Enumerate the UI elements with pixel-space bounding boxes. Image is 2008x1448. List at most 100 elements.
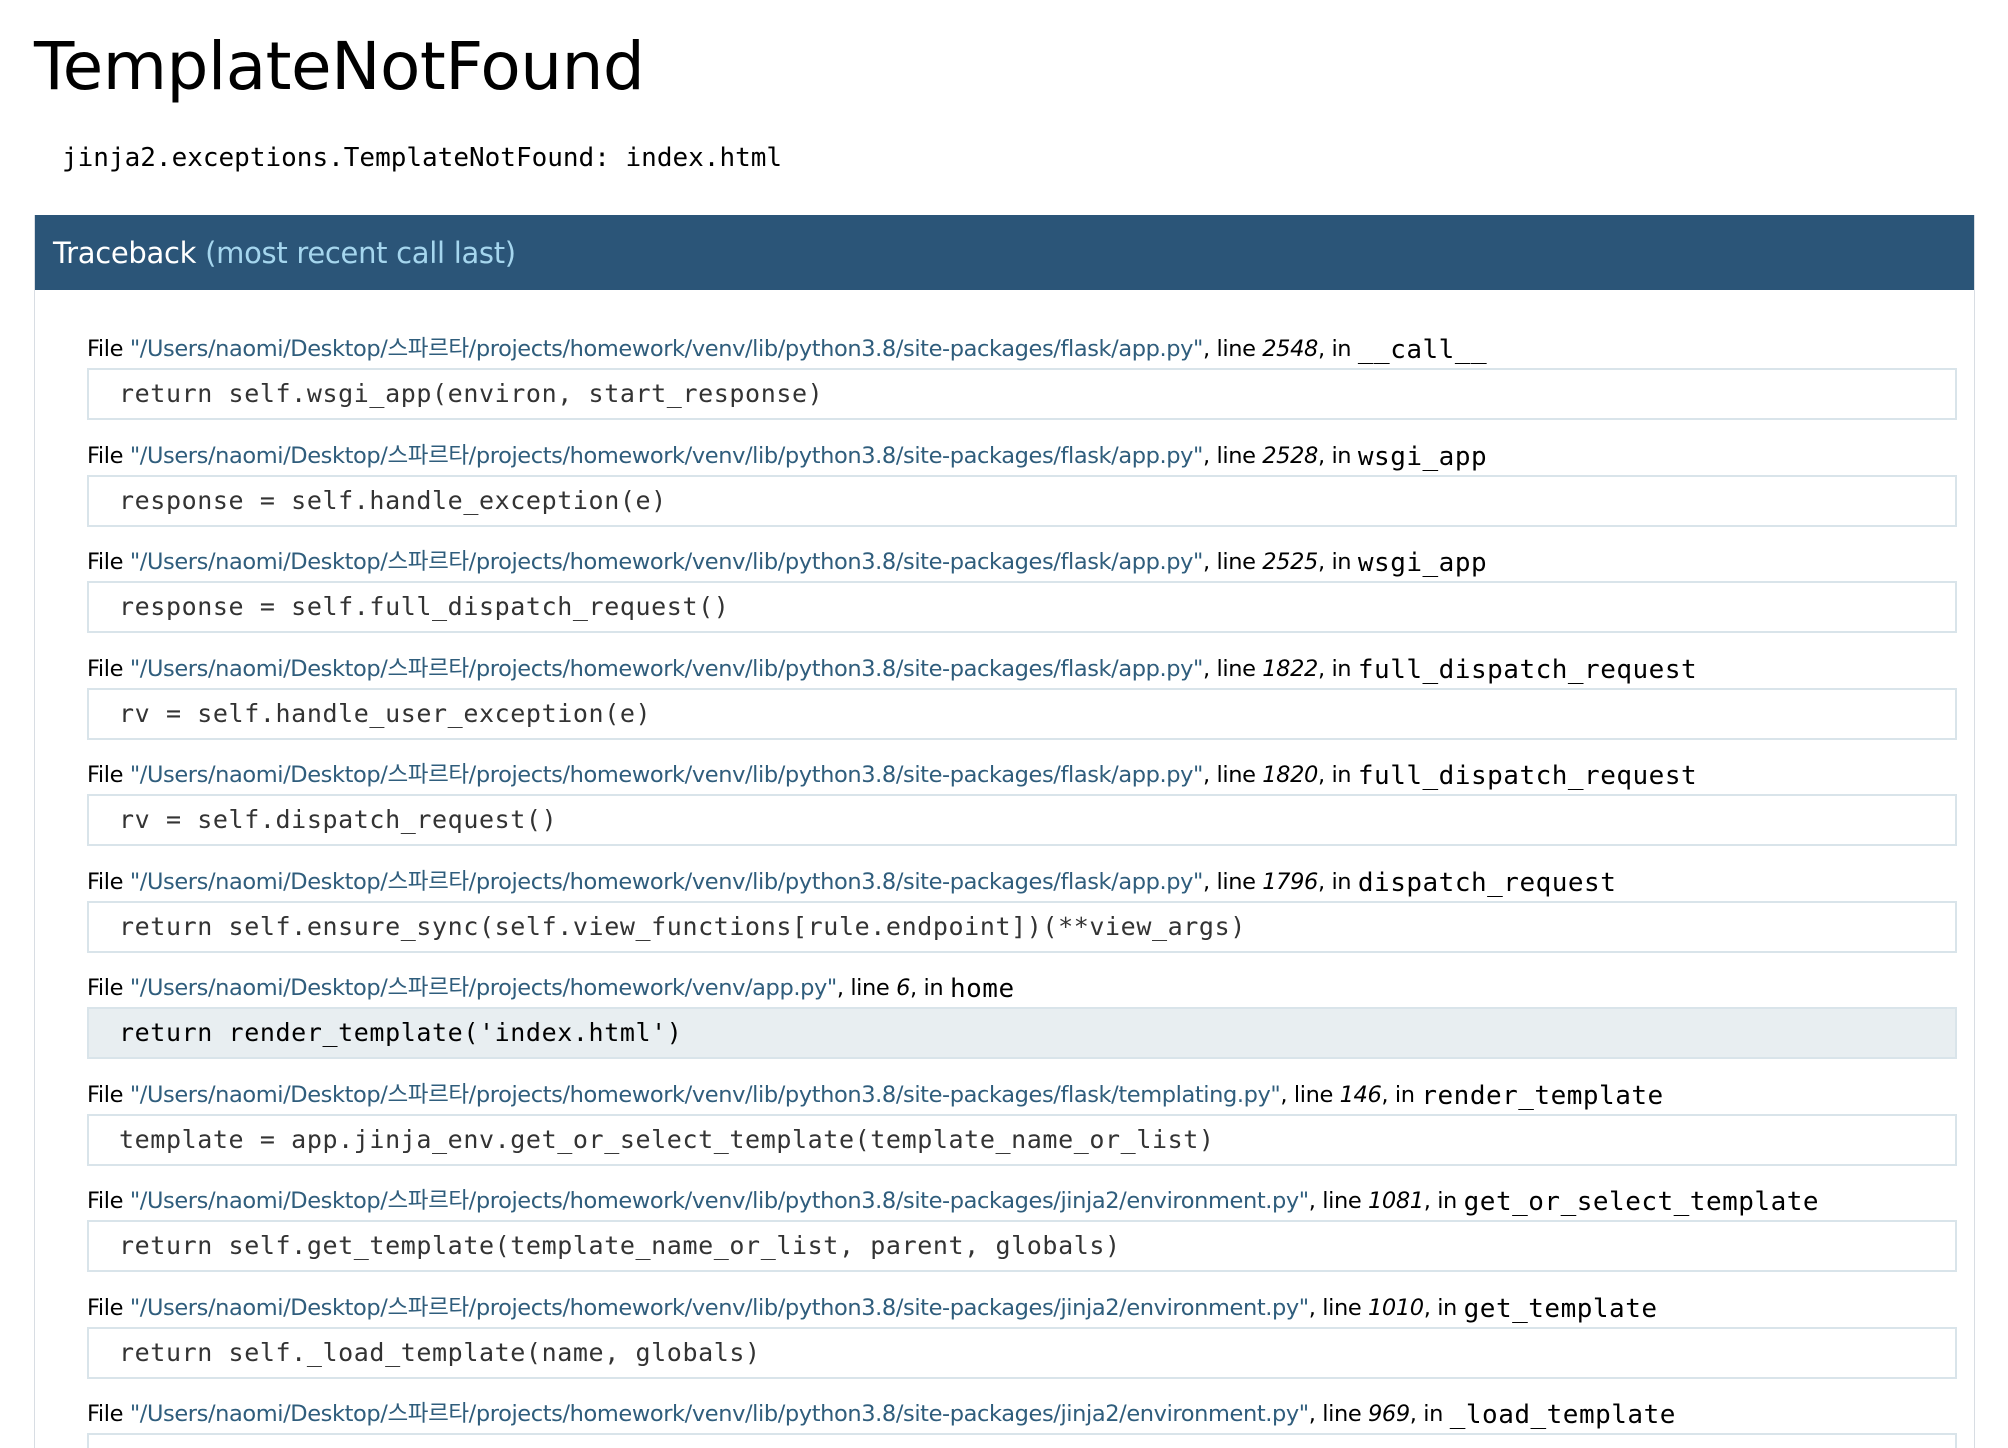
- frame-filename-link[interactable]: "/Users/naomi/Desktop/스파르타/projects/home…: [130, 1082, 1281, 1108]
- frame-code-current[interactable]: return render_template('index.html'): [87, 1007, 1957, 1059]
- frame-function-name: wsgi_app: [1357, 441, 1488, 472]
- traceback-frame: File "/Users/naomi/Desktop/스파르타/projects…: [87, 1180, 1957, 1287]
- frame-filename-link[interactable]: "/Users/naomi/Desktop/스파르타/projects/home…: [130, 869, 1204, 895]
- frame-location: File "/Users/naomi/Desktop/스파르타/projects…: [87, 328, 1957, 368]
- traceback-frame: File "/Users/naomi/Desktop/스파르타/projects…: [87, 1287, 1957, 1394]
- frame-function-name: full_dispatch_request: [1357, 654, 1698, 685]
- frame-function-name: render_template: [1421, 1080, 1664, 1111]
- frame-line-number: 969: [1368, 1401, 1410, 1427]
- frame-function-name: home: [949, 974, 1015, 1004]
- frame-filename-link[interactable]: "/Users/naomi/Desktop/스파르타/projects/home…: [130, 1295, 1309, 1321]
- frame-filename-link[interactable]: "/Users/naomi/Desktop/스파르타/projects/home…: [130, 336, 1204, 362]
- file-prefix: File: [87, 549, 130, 575]
- traceback-frame: File "/Users/naomi/Desktop/스파르타/projects…: [87, 328, 1957, 435]
- frame-location: File "/Users/naomi/Desktop/스파르타/projects…: [87, 541, 1957, 581]
- line-label: , line: [1203, 336, 1263, 362]
- frame-code[interactable]: response = self.handle_exception(e): [87, 474, 1957, 527]
- frame-code[interactable]: [87, 1433, 1957, 1448]
- frame-function-name: get_template: [1463, 1293, 1658, 1324]
- frame-location: File "/Users/naomi/Desktop/스파르타/projects…: [87, 1287, 1957, 1327]
- page-title: TemplateNotFound: [34, 28, 645, 105]
- frame-filename-link[interactable]: "/Users/naomi/Desktop/스파르타/projects/home…: [130, 443, 1204, 469]
- traceback-header: Traceback (most recent call last): [35, 215, 1974, 290]
- frame-location: File "/Users/naomi/Desktop/스파르타/projects…: [87, 967, 1957, 1007]
- frame-code[interactable]: rv = self.dispatch_request(): [87, 794, 1957, 846]
- in-label: , in: [1317, 336, 1358, 362]
- frame-code[interactable]: return self._load_template(name, globals…: [87, 1326, 1957, 1379]
- frame-code[interactable]: return self.get_template(template_name_o…: [87, 1220, 1957, 1272]
- file-prefix: File: [87, 1294, 130, 1321]
- file-prefix: File: [87, 762, 130, 788]
- line-label: , line: [1308, 1188, 1369, 1214]
- line-label: , line: [1203, 868, 1263, 895]
- frame-filename-link[interactable]: "/Users/naomi/Desktop/스파르타/projects/home…: [130, 549, 1204, 575]
- file-prefix: File: [87, 868, 130, 895]
- frame-line-number: 2525: [1262, 549, 1318, 575]
- error-page: TemplateNotFound jinja2.exceptions.Templ…: [0, 0, 2008, 1448]
- frame-filename-link[interactable]: "/Users/naomi/Desktop/스파르타/projects/home…: [130, 1188, 1309, 1214]
- frame-line-number: 1822: [1262, 655, 1318, 682]
- frame-location: File "/Users/naomi/Desktop/스파르타/projects…: [87, 754, 1957, 794]
- traceback-frame: File "/Users/naomi/Desktop/스파르타/projects…: [87, 1074, 1957, 1181]
- line-label: , line: [1280, 1081, 1340, 1108]
- frame-line-number: 1010: [1368, 1294, 1424, 1321]
- traceback-frame: File "/Users/naomi/Desktop/스파르타/projects…: [87, 861, 1957, 968]
- traceback-panel: Traceback (most recent call last) File "…: [34, 215, 1975, 1448]
- frame-location: File "/Users/naomi/Desktop/스파르타/projects…: [87, 861, 1957, 901]
- frame-function-name: full_dispatch_request: [1357, 761, 1698, 791]
- traceback-frames: File "/Users/naomi/Desktop/스파르타/projects…: [87, 328, 1957, 1448]
- frame-filename-link[interactable]: "/Users/naomi/Desktop/스파르타/projects/home…: [130, 1401, 1309, 1427]
- frame-filename-link[interactable]: "/Users/naomi/Desktop/스파르타/projects/home…: [130, 975, 837, 1001]
- file-prefix: File: [87, 655, 130, 682]
- in-label: , in: [1317, 442, 1358, 469]
- frame-code[interactable]: return self.ensure_sync(self.view_functi…: [87, 900, 1957, 953]
- in-label: , in: [910, 975, 950, 1001]
- frame-code[interactable]: response = self.full_dispatch_request(): [87, 581, 1957, 633]
- file-prefix: File: [87, 442, 130, 469]
- traceback-frame: File "/Users/naomi/Desktop/스파르타/projects…: [87, 648, 1957, 755]
- frame-line-number: 146: [1339, 1081, 1382, 1108]
- frame-function-name: wsgi_app: [1357, 548, 1488, 578]
- frame-function-name: __call__: [1357, 335, 1488, 365]
- traceback-frame: File "/Users/naomi/Desktop/스파르타/projects…: [87, 1393, 1957, 1448]
- in-label: , in: [1381, 1081, 1422, 1108]
- frame-line-number: 2548: [1262, 336, 1318, 362]
- file-prefix: File: [87, 1188, 130, 1214]
- in-label: , in: [1317, 868, 1358, 895]
- frame-line-number: 1081: [1368, 1188, 1424, 1214]
- line-label: , line: [1203, 442, 1263, 469]
- traceback-header-subtitle: (most recent call last): [205, 235, 516, 270]
- frame-line-number: 2528: [1262, 442, 1318, 469]
- traceback-header-title: Traceback: [53, 235, 197, 270]
- file-prefix: File: [87, 975, 130, 1001]
- traceback-frame: File "/Users/naomi/Desktop/스파르타/projects…: [87, 541, 1957, 648]
- frame-location: File "/Users/naomi/Desktop/스파르타/projects…: [87, 648, 1957, 688]
- frame-location: File "/Users/naomi/Desktop/스파르타/projects…: [87, 1180, 1957, 1220]
- frame-filename-link[interactable]: "/Users/naomi/Desktop/스파르타/projects/home…: [130, 762, 1204, 788]
- frame-code[interactable]: template = app.jinja_env.get_or_select_t…: [87, 1113, 1957, 1166]
- frame-location: File "/Users/naomi/Desktop/스파르타/projects…: [87, 1393, 1957, 1433]
- file-prefix: File: [87, 1081, 130, 1108]
- frame-location: File "/Users/naomi/Desktop/스파르타/projects…: [87, 1074, 1957, 1114]
- traceback-frame: File "/Users/naomi/Desktop/스파르타/projects…: [87, 435, 1957, 542]
- traceback-frame: File "/Users/naomi/Desktop/스파르타/projects…: [87, 967, 1957, 1074]
- in-label: , in: [1423, 1294, 1464, 1321]
- line-label: , line: [1203, 762, 1263, 788]
- frame-function-name: dispatch_request: [1357, 867, 1617, 898]
- line-label: , line: [1308, 1401, 1369, 1427]
- frame-line-number: 1820: [1262, 762, 1318, 788]
- file-prefix: File: [87, 1401, 130, 1427]
- frame-code[interactable]: return self.wsgi_app(environ, start_resp…: [87, 368, 1957, 420]
- frame-function-name: get_or_select_template: [1463, 1187, 1820, 1217]
- frame-function-name: _load_template: [1449, 1400, 1676, 1430]
- in-label: , in: [1317, 549, 1358, 575]
- frame-filename-link[interactable]: "/Users/naomi/Desktop/스파르타/projects/home…: [130, 656, 1204, 682]
- in-label: , in: [1409, 1401, 1450, 1427]
- in-label: , in: [1317, 762, 1358, 788]
- error-message: jinja2.exceptions.TemplateNotFound: inde…: [62, 143, 783, 173]
- line-label: , line: [1203, 655, 1263, 682]
- frame-code[interactable]: rv = self.handle_user_exception(e): [87, 687, 1957, 740]
- line-label: , line: [1203, 549, 1263, 575]
- line-label: , line: [836, 975, 897, 1001]
- frame-line-number: 6: [896, 975, 911, 1001]
